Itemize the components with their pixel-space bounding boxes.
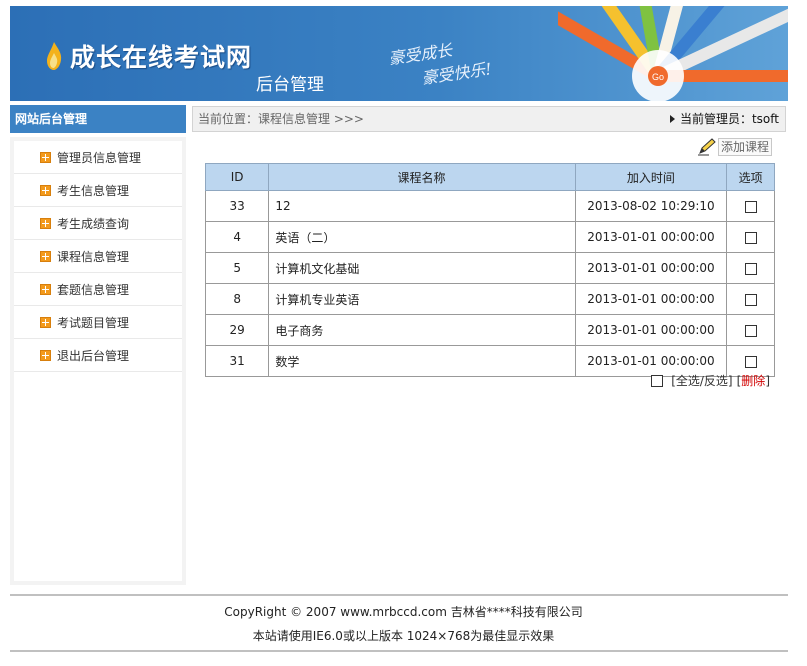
sidebar-item-label: 管理员信息管理 <box>57 150 142 165</box>
site-logo: 成长在线考试网 <box>44 38 252 74</box>
footer-divider-bottom <box>10 650 788 652</box>
cell-option <box>726 190 775 222</box>
footer-divider-top <box>10 594 788 596</box>
sidebar-item-logout[interactable]: 退出后台管理 <box>14 339 182 372</box>
cell-id: 5 <box>204 252 270 284</box>
cell-id: 4 <box>204 221 270 253</box>
cell-added-time: 2013-01-01 00:00:00 <box>574 252 728 284</box>
pencil-icon <box>698 138 716 156</box>
row-checkbox[interactable] <box>744 231 757 244</box>
plus-square-icon <box>40 349 51 361</box>
sidebar-item-label: 套题信息管理 <box>57 282 130 297</box>
row-checkbox[interactable] <box>744 293 757 306</box>
sidebar-item-course-info[interactable]: 课程信息管理 <box>14 240 182 273</box>
sidebar-item-exam-questions[interactable]: 考试题目管理 <box>14 306 182 339</box>
cell-course-name: 12 <box>268 190 576 222</box>
row-checkbox[interactable] <box>744 324 757 337</box>
cell-course-name: 数学 <box>268 345 576 377</box>
select-all-link[interactable]: [全选/反选] <box>671 372 732 389</box>
header-subtitle: 后台管理 <box>256 75 324 95</box>
table-row: 8 计算机专业英语 2013-01-01 00:00:00 <box>204 283 775 315</box>
sidebar: 管理员信息管理 考生信息管理 考生成绩查询 课程信息管理 套题信息管理 考试题目… <box>10 137 186 585</box>
cell-option <box>726 221 775 253</box>
cell-added-time: 2013-01-01 00:00:00 <box>574 314 728 346</box>
cell-id: 29 <box>204 314 270 346</box>
column-header-id: ID <box>204 163 270 191</box>
column-header-option: 选项 <box>726 163 775 191</box>
pencils-illustration: Go <box>558 6 788 101</box>
go-badge: Go <box>652 72 664 82</box>
current-admin: 当前管理员：tsoft <box>669 107 779 131</box>
cell-id: 31 <box>204 345 270 377</box>
plus-square-icon <box>40 217 51 229</box>
copyright-text: CopyRight © 2007 www.mrbccd.com 吉林省****科… <box>224 605 583 619</box>
browser-notice: 本站请使用IE6.0或以上版本 1024×768为最佳显示效果 <box>252 629 555 643</box>
column-header-added-time: 加入时间 <box>574 163 728 191</box>
select-all-checkbox[interactable] <box>651 374 664 387</box>
add-course-label: 添加课程 <box>718 138 773 156</box>
bracket-close: ] <box>765 373 770 388</box>
sidebar-item-label: 退出后台管理 <box>57 348 130 363</box>
table-header-row: ID 课程名称 加入时间 选项 <box>204 163 775 191</box>
cell-course-name: 计算机专业英语 <box>268 283 576 315</box>
sidebar-item-label: 课程信息管理 <box>57 249 130 264</box>
table-row: 29 电子商务 2013-01-01 00:00:00 <box>204 314 775 346</box>
cell-option <box>726 252 775 284</box>
current-admin-label: 当前管理员：tsoft <box>679 112 779 126</box>
flame-icon <box>47 42 62 70</box>
table-row: 33 12 2013-08-02 10:29:10 <box>204 190 775 222</box>
header-banner: 成长在线考试网 后台管理 豪受成长 豪受快乐! Go <box>10 6 788 101</box>
sidebar-title: 网站后台管理 <box>10 105 186 133</box>
cell-option <box>726 283 775 315</box>
cell-option <box>726 314 775 346</box>
add-course-button[interactable]: 添加课程 <box>697 138 773 156</box>
header-slogan: 豪受成长 豪受快乐! <box>383 25 530 101</box>
sidebar-item-label: 考生成绩查询 <box>57 216 130 231</box>
cell-id: 33 <box>204 190 270 222</box>
cell-course-name: 计算机文化基础 <box>268 252 576 284</box>
location-bar: 当前位置：课程信息管理 >>> 当前管理员：tsoft <box>192 106 786 132</box>
cell-added-time: 2013-08-02 10:29:10 <box>574 190 728 222</box>
sidebar-item-label: 考生信息管理 <box>57 183 130 198</box>
sidebar-item-admin-info[interactable]: 管理员信息管理 <box>14 141 182 174</box>
plus-square-icon <box>40 151 51 163</box>
sidebar-menu: 管理员信息管理 考生信息管理 考生成绩查询 课程信息管理 套题信息管理 考试题目… <box>14 141 182 581</box>
row-checkbox[interactable] <box>744 355 757 368</box>
sidebar-item-question-set[interactable]: 套题信息管理 <box>14 273 182 306</box>
breadcrumb: 当前位置：课程信息管理 >>> <box>198 112 364 126</box>
plus-square-icon <box>40 316 51 328</box>
sidebar-item-score-query[interactable]: 考生成绩查询 <box>14 207 182 240</box>
site-title: 成长在线考试网 <box>70 43 253 72</box>
cell-course-name: 电子商务 <box>268 314 576 346</box>
delete-link[interactable]: 删除 <box>741 372 765 389</box>
plus-square-icon <box>40 283 51 295</box>
course-table: ID 课程名称 加入时间 选项 33 12 2013-08-02 10:29:1… <box>204 163 775 377</box>
plus-square-icon <box>40 250 51 262</box>
row-checkbox[interactable] <box>744 262 757 275</box>
column-header-course-name: 课程名称 <box>268 163 576 191</box>
cell-added-time: 2013-01-01 00:00:00 <box>574 283 728 315</box>
bulk-actions: [全选/反选] [ 删除 ] <box>651 372 770 389</box>
plus-square-icon <box>40 184 51 196</box>
cell-course-name: 英语（二） <box>268 221 576 253</box>
table-row: 5 计算机文化基础 2013-01-01 00:00:00 <box>204 252 775 284</box>
cell-added-time: 2013-01-01 00:00:00 <box>574 221 728 253</box>
cell-id: 8 <box>204 283 270 315</box>
sidebar-item-student-info[interactable]: 考生信息管理 <box>14 174 182 207</box>
sidebar-item-label: 考试题目管理 <box>57 315 130 330</box>
row-checkbox[interactable] <box>744 200 757 213</box>
table-row: 4 英语（二） 2013-01-01 00:00:00 <box>204 221 775 253</box>
triangle-right-icon <box>669 115 675 123</box>
